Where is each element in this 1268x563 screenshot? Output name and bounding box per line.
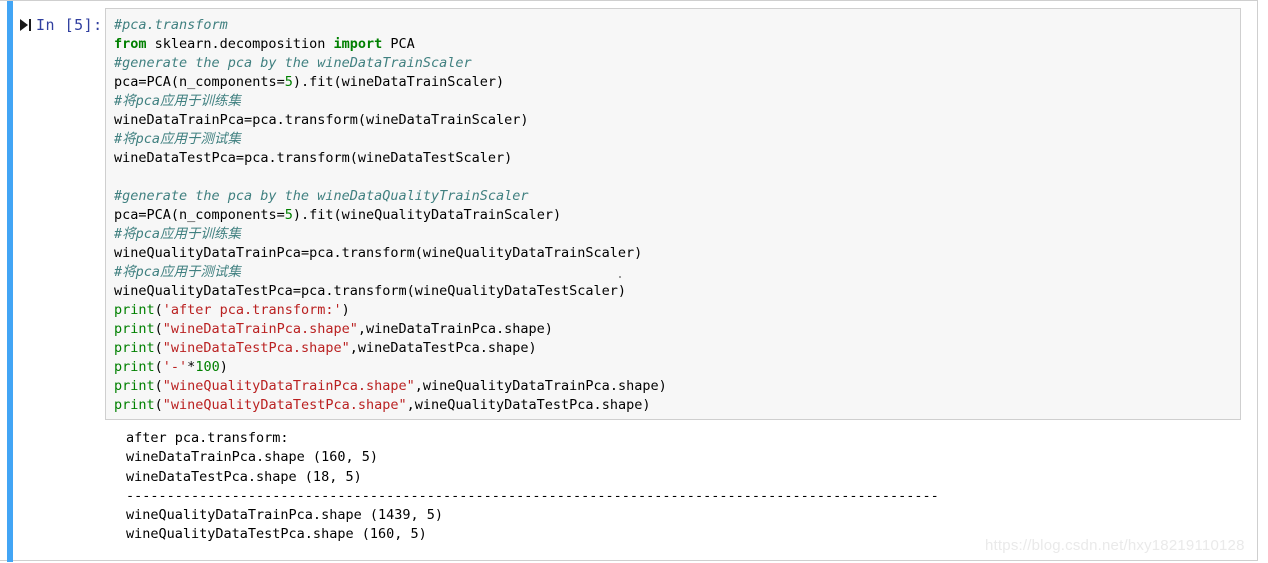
code-line: #generate the pca by the wineDataTrainSc… <box>114 54 1240 73</box>
output-line: wineQualityDataTrainPca.shape (1439, 5) <box>126 507 443 524</box>
code-line: wineDataTrainPca=pca.transform(wineDataT… <box>114 111 1240 130</box>
code-token-builtin: print <box>114 359 155 375</box>
code-line: pca=PCA(n_components=5).fit(wineDataTrai… <box>114 73 1240 92</box>
csdn-watermark: https://blog.csdn.net/hxy18219110128 <box>985 537 1245 554</box>
code-token-string: "wineDataTestPca.shape" <box>162 340 350 356</box>
code-line: #将pca应用于测试集 <box>114 130 1240 149</box>
code-token-operator: = <box>276 74 285 90</box>
code-token-keyword: from <box>114 36 147 52</box>
code-line: #将pca应用于训练集 <box>114 225 1240 244</box>
code-line: print('-'*100) <box>114 358 1240 377</box>
code-token-comment: #将pca应用于测试集 <box>114 264 242 280</box>
code-token-string: "wineQualityDataTestPca.shape" <box>162 397 407 413</box>
output-line: after pca.transform: <box>126 430 289 446</box>
code-token-builtin: print <box>114 321 155 337</box>
code-token-plain: wineQualityDataTrainPca <box>114 245 301 261</box>
code-token-plain: PCA(n_components <box>146 74 277 90</box>
code-token-plain: pca.transform(wineQualityDataTestScaler) <box>300 283 627 299</box>
output-line: wineDataTestPca.shape (18, 5) <box>126 468 362 485</box>
code-token-plain: wineDataTestPca <box>114 150 236 166</box>
code-line: wineQualityDataTestPca=pca.transform(win… <box>114 282 1240 301</box>
code-token-plain: ,wineQualityDataTrainPca.shape) <box>414 378 667 394</box>
code-line: print("wineDataTrainPca.shape",wineDataT… <box>114 320 1240 339</box>
code-source[interactable]: #pca.transform from sklearn.decomposition… <box>106 9 1240 415</box>
cell-selection-indicator <box>7 1 13 562</box>
code-line: print('after pca.transform:') <box>114 301 1240 320</box>
code-token-plain: ).fit(wineDataTrainScaler) <box>292 74 505 90</box>
code-token-keyword: import <box>333 36 383 52</box>
code-line: print("wineQualityDataTrainPca.shape",wi… <box>114 377 1240 396</box>
code-token-comment: #将pca应用于测试集 <box>114 131 242 147</box>
cursor-artifact-dot <box>619 276 621 278</box>
output-line: ----------------------------------------… <box>126 487 939 504</box>
code-token-plain: ,wineQualityDataTestPca.shape) <box>406 397 651 413</box>
code-token-string: '-' <box>162 359 188 375</box>
code-token-operator: = <box>244 112 253 128</box>
code-line: from sklearn.decomposition import PCA <box>114 35 1240 54</box>
code-token-string: "wineQualityDataTrainPca.shape" <box>162 378 415 394</box>
code-token-number: 5 <box>284 207 293 223</box>
code-token-plain: wineDataTrainPca <box>114 112 245 128</box>
code-token-plain: ( <box>154 340 163 356</box>
code-token-plain: ,wineDataTrainPca.shape) <box>357 321 553 337</box>
code-token-operator: = <box>138 74 147 90</box>
code-token-plain: PCA <box>382 36 415 52</box>
run-cell-icon[interactable] <box>20 18 33 32</box>
code-line: wineQualityDataTrainPca=pca.transform(wi… <box>114 244 1240 263</box>
execution-count-label: In [5]: <box>36 16 103 34</box>
code-token-plain: pca <box>114 74 139 90</box>
code-token-plain: ( <box>154 321 163 337</box>
code-line: pca=PCA(n_components=5).fit(wineQualityD… <box>114 206 1240 225</box>
code-token-plain: ) <box>341 302 350 318</box>
code-token-plain: pca.transform(wineDataTrainScaler) <box>252 112 529 128</box>
code-token-builtin: print <box>114 340 155 356</box>
code-token-comment: #generate the pca by the wineDataTrainSc… <box>114 55 472 71</box>
code-token-string: "wineDataTrainPca.shape" <box>162 321 358 337</box>
code-token-plain: ,wineDataTestPca.shape) <box>349 340 537 356</box>
code-input-cell[interactable]: #pca.transform from sklearn.decomposition… <box>105 8 1241 420</box>
code-token-builtin: print <box>114 397 155 413</box>
code-line: #pca.transform <box>114 16 1240 35</box>
code-token-number: 100 <box>195 359 220 375</box>
code-token-plain: sklearn.decomposition <box>146 36 334 52</box>
code-token-plain: PCA(n_components <box>146 207 277 223</box>
code-token-operator: = <box>235 150 245 166</box>
code-token-operator: = <box>276 207 285 223</box>
code-token-builtin: print <box>114 302 155 318</box>
cell-output-area: after pca.transform: wineDataTrainPca.sha… <box>126 429 1126 545</box>
code-token-comment: #generate the pca by the wineDataQuality… <box>114 188 529 204</box>
code-token-string: 'after pca.transform:' <box>162 302 342 318</box>
notebook-cell-container: In [5]: #pca.transform from sklearn.decom… <box>0 0 1258 562</box>
code-token-plain: pca <box>114 207 139 223</box>
code-token-plain: ( <box>154 302 163 318</box>
code-token-number: 5 <box>284 74 293 90</box>
code-token-plain: ) <box>219 359 228 375</box>
code-token-operator: = <box>300 245 310 261</box>
output-line: wineDataTrainPca.shape (160, 5) <box>126 449 378 466</box>
code-token-plain: ).fit(wineQualityDataTrainScaler) <box>292 207 562 223</box>
code-line: print("wineDataTestPca.shape",wineDataTe… <box>114 339 1240 358</box>
code-token-operator: = <box>292 283 301 299</box>
code-line: wineDataTestPca=pca.transform(wineDataTe… <box>114 149 1240 168</box>
code-line: #generate the pca by the wineDataQuality… <box>114 187 1240 206</box>
code-token-comment: #pca.transform <box>114 17 228 33</box>
code-token-operator: = <box>138 207 147 223</box>
code-token-plain: ( <box>154 359 163 375</box>
code-line: #将pca应用于训练集 <box>114 92 1240 111</box>
code-token-plain: ( <box>154 378 163 394</box>
code-line: print("wineQualityDataTestPca.shape",win… <box>114 396 1240 415</box>
output-line: wineQualityDataTestPca.shape (160, 5) <box>126 526 427 543</box>
code-line: #将pca应用于测试集 <box>114 263 1240 282</box>
code-token-plain: wineQualityDataTestPca <box>114 283 293 299</box>
code-token-comment: #将pca应用于训练集 <box>114 226 242 242</box>
code-token-builtin: print <box>114 378 155 394</box>
code-token-plain: pca.transform(wineQualityDataTrainScaler… <box>309 245 643 261</box>
cell-prompt: In [5]: <box>20 14 102 36</box>
code-token-comment: #将pca应用于训练集 <box>114 93 242 109</box>
code-token-plain: ( <box>154 397 163 413</box>
code-token-plain: pca.transform(wineDataTestScaler) <box>244 150 513 166</box>
